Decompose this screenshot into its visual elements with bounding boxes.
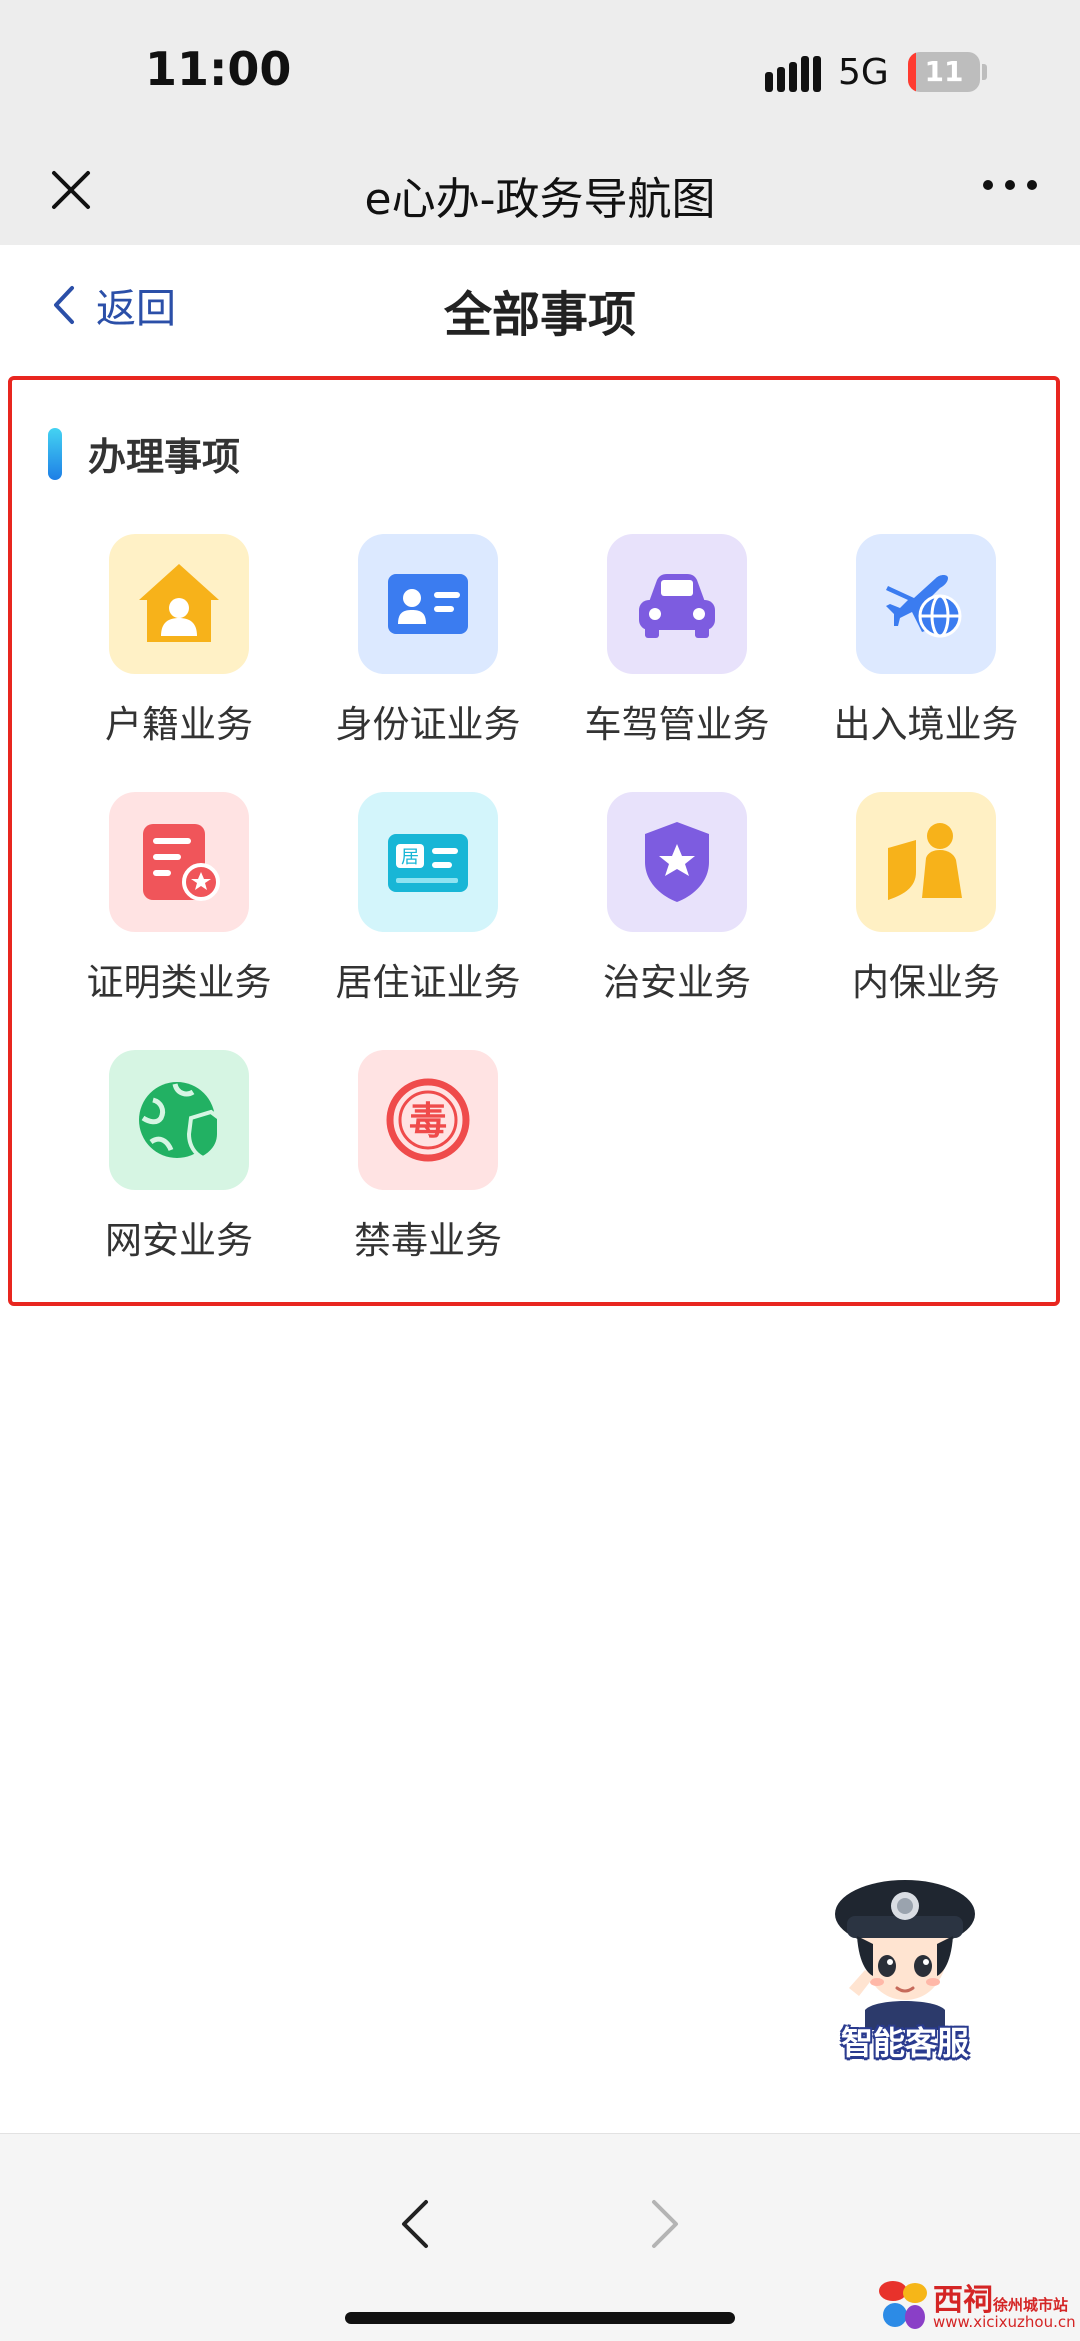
browser-back-icon[interactable]: [390, 2194, 440, 2254]
mini-program-title: e心办-政务导航图: [364, 174, 716, 225]
anti-drug-icon: 毒: [358, 1050, 498, 1190]
service-label: 车驾管业务: [584, 703, 770, 746]
battery-icon: 11: [908, 52, 980, 92]
certificate-icon: [109, 792, 249, 932]
service-label: 证明类业务: [86, 961, 272, 1004]
service-cyber-security[interactable]: 网安业务: [59, 1050, 299, 1290]
service-label: 网安业务: [105, 1219, 253, 1262]
residence-card-icon: 居: [358, 792, 498, 932]
smart-customer-service-button[interactable]: 智能客服: [825, 1870, 985, 2070]
service-vehicle-license[interactable]: 车驾管业务: [557, 534, 797, 774]
mini-program-nav: e心办-政务导航图: [0, 145, 1080, 245]
section-title: 办理事项: [88, 435, 241, 479]
watermark-url: www.xicixuzhou.cn: [933, 2313, 1076, 2331]
shield-person-icon: [856, 792, 996, 932]
service-label: 身份证业务: [335, 703, 521, 746]
more-options-icon[interactable]: [980, 165, 1040, 205]
globe-shield-icon: [109, 1050, 249, 1190]
id-card-icon: [358, 534, 498, 674]
services-section: 办理事项 户籍业务 身份证业务 车驾管业务 出入境业务 证明类业务 居 居住证业…: [8, 376, 1060, 1306]
household-house-icon: [109, 534, 249, 674]
service-label: 户籍业务: [105, 703, 253, 746]
police-mascot-icon: [835, 1880, 975, 2030]
service-household[interactable]: 户籍业务: [59, 534, 299, 774]
service-label: 治安业务: [603, 961, 751, 1004]
service-exit-entry[interactable]: 出入境业务: [806, 534, 1046, 774]
service-label: 内保业务: [852, 961, 1000, 1004]
home-indicator[interactable]: [345, 2312, 735, 2324]
service-label: 出入境业务: [833, 703, 1019, 746]
plane-globe-icon: [856, 534, 996, 674]
service-certificate[interactable]: 证明类业务: [59, 792, 299, 1032]
service-label: 禁毒业务: [354, 1219, 502, 1262]
anti-drug-glyph: 毒: [409, 1099, 447, 1143]
status-bar: 11:00 5G 11: [0, 0, 1080, 145]
service-label: 居住证业务: [335, 961, 521, 1004]
network-type: 5G: [838, 52, 889, 93]
page-title: 全部事项: [443, 287, 636, 343]
service-public-security[interactable]: 治安业务: [557, 792, 797, 1032]
svg-text:居: 居: [401, 847, 419, 868]
service-id-card[interactable]: 身份证业务: [308, 534, 548, 774]
status-time: 11:00: [145, 42, 292, 96]
car-icon: [607, 534, 747, 674]
watermark-logo-icon: [879, 2281, 927, 2329]
battery-tip: [982, 64, 987, 80]
site-watermark: 西祠徐州城市站 www.xicixuzhou.cn: [875, 2273, 1080, 2341]
service-residence-permit[interactable]: 居 居住证业务: [308, 792, 548, 1032]
police-badge-icon: [607, 792, 747, 932]
smart-service-label: 智能客服: [840, 2024, 969, 2062]
service-internal-security[interactable]: 内保业务: [806, 792, 1046, 1032]
service-anti-drug[interactable]: 毒 禁毒业务: [308, 1050, 548, 1290]
battery-percent: 11: [924, 55, 964, 88]
browser-forward-icon[interactable]: [640, 2194, 690, 2254]
section-accent-bar: [48, 428, 62, 480]
page-header: 返回 全部事项: [0, 245, 1080, 375]
signal-strength-icon: [765, 56, 821, 92]
